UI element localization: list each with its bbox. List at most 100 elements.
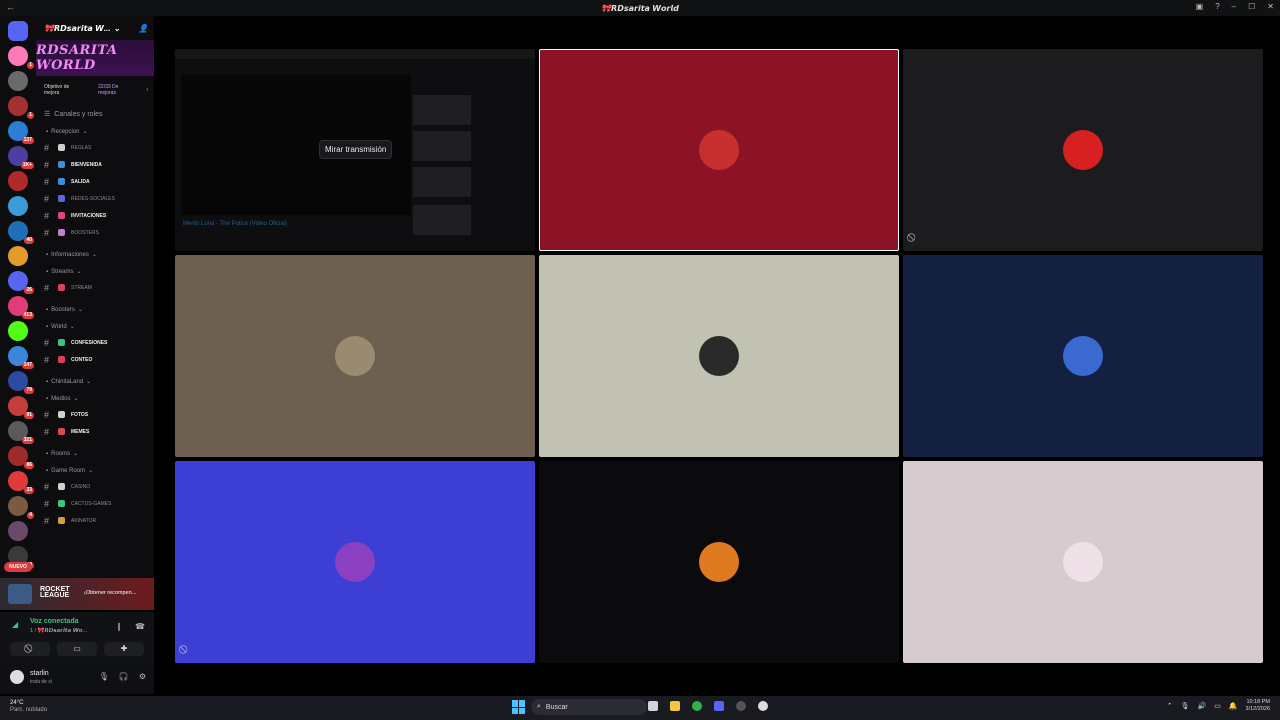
help-icon[interactable]: ? <box>1215 2 1219 11</box>
discord-home-icon[interactable] <box>8 21 28 41</box>
server-icon[interactable] <box>8 171 28 191</box>
share-screen-button[interactable]: ▭ <box>57 642 97 656</box>
participant-tile[interactable] <box>903 461 1263 663</box>
server-icon[interactable]: 26 <box>8 271 34 294</box>
server-icon[interactable]: 79 <box>8 371 34 394</box>
mic-tray-icon[interactable]: 🎙 <box>1181 702 1190 710</box>
watch-stream-button[interactable]: Mirar transmisión <box>319 140 393 159</box>
category-header[interactable]: ▪ World ⌄ <box>46 323 154 331</box>
category-header[interactable]: ▪ Medios ⌄ <box>46 395 154 403</box>
category-header[interactable]: ▪ Game Room ⌄ <box>46 467 154 475</box>
channel-item[interactable]: # reglas <box>36 139 154 156</box>
channel-name: reglas <box>71 144 92 151</box>
app-icon[interactable] <box>736 701 746 711</box>
server-icon[interactable] <box>8 246 28 266</box>
settings-app-icon[interactable] <box>758 701 768 711</box>
battery-icon[interactable]: ▭ <box>1214 702 1221 710</box>
chrome-icon[interactable] <box>692 701 702 711</box>
channel-item[interactable]: # salida <box>36 173 154 190</box>
start-icon[interactable] <box>512 700 525 714</box>
server-icon[interactable] <box>8 321 28 341</box>
channel-item[interactable]: # casino <box>36 478 154 495</box>
channel-name: bienvenida <box>71 161 102 168</box>
server-icon[interactable]: 147 <box>8 346 34 369</box>
participant-tile[interactable]: ⃠ <box>175 461 535 663</box>
headphones-icon[interactable]: 🎧 <box>119 672 129 681</box>
close-icon[interactable]: ✕ <box>1267 2 1274 11</box>
microphone-icon[interactable]: 🎙 <box>99 672 109 681</box>
chevron-down-icon: ⌄ <box>76 269 82 275</box>
avatar[interactable] <box>10 670 24 684</box>
server-icon[interactable] <box>8 521 28 541</box>
boost-goal[interactable]: Objetivo de mejora 22/33 De mejoras › <box>44 80 148 100</box>
disconnect-icon[interactable]: ☎ <box>135 622 145 631</box>
settings-gear-icon[interactable]: ⚙ <box>139 672 146 681</box>
camera-off-button[interactable]: ⃠ <box>10 642 50 656</box>
server-icon[interactable]: 1 <box>8 46 34 69</box>
participant-tile[interactable] <box>539 255 899 457</box>
participant-tile[interactable] <box>539 461 899 663</box>
participant-tile[interactable] <box>539 49 899 251</box>
channel-item[interactable]: # conteo <box>36 351 154 368</box>
maximize-icon[interactable]: ☐ <box>1248 2 1255 11</box>
hash-icon: # <box>44 354 50 365</box>
channel-item[interactable]: # stream <box>36 279 154 296</box>
server-icon[interactable] <box>8 71 28 91</box>
channel-item[interactable]: # cactus-games <box>36 495 154 512</box>
file-explorer-icon[interactable] <box>670 701 680 711</box>
inbox-icon[interactable]: ▣ <box>1196 2 1204 11</box>
server-icon[interactable]: 33 <box>8 471 34 494</box>
server-icon[interactable] <box>8 196 28 216</box>
channel-item[interactable]: # boosters <box>36 224 154 241</box>
category-header[interactable]: ▪ ChinitaLand ⌄ <box>46 378 154 386</box>
server-icon[interactable]: 1 <box>8 96 34 119</box>
activities-button[interactable]: ✚ <box>104 642 144 656</box>
server-icon[interactable]: 91 <box>8 396 34 419</box>
category-header[interactable]: ▪ Recepcion ⌄ <box>46 128 154 136</box>
category-header[interactable]: ▪ Streams ⌄ <box>46 268 154 276</box>
server-icon[interactable]: 1K+ <box>8 146 34 169</box>
hash-icon: # <box>44 176 50 187</box>
minimize-icon[interactable]: – <box>1232 2 1236 11</box>
category-header[interactable]: ▪ Rooms ⌄ <box>46 450 154 458</box>
new-badge[interactable]: NUEVO <box>4 562 32 572</box>
channel-item[interactable]: # memes <box>36 423 154 440</box>
channel-item[interactable]: # invitaciones <box>36 207 154 224</box>
participant-tile[interactable] <box>903 255 1263 457</box>
participant-tile[interactable] <box>175 255 535 457</box>
category-header[interactable]: ▪ Boosters ⌄ <box>46 306 154 314</box>
channels-and-roles[interactable]: ☰ Canales y roles <box>44 110 146 119</box>
weather-widget[interactable]: 24°C Parc. nublado <box>10 700 47 714</box>
volume-icon[interactable]: 🔊 <box>1197 702 1206 710</box>
server-icon[interactable]: 86 <box>8 446 34 469</box>
category-header[interactable]: ▪ Informaciones ⌄ <box>46 251 154 259</box>
server-icon[interactable]: 4 <box>8 496 34 519</box>
server-icon[interactable]: 321 <box>8 421 34 444</box>
channel-emoji-icon <box>58 195 65 202</box>
game-cta[interactable]: ¡Obtener recompen... <box>84 590 136 596</box>
channel-item[interactable]: # fotos <box>36 406 154 423</box>
voice-channel[interactable]: 1 / 🎀𝙍𝘿𝙨𝙖𝙧𝙞𝙩𝙖 𝙒𝙤... <box>30 628 87 634</box>
channel-item[interactable]: # akinator <box>36 512 154 529</box>
participant-tile[interactable]: ⃠ <box>903 49 1263 251</box>
channel-item[interactable]: # confesiones <box>36 334 154 351</box>
chevron-down-icon: ⌄ <box>82 129 88 135</box>
task-view-icon[interactable] <box>648 701 658 711</box>
channel-item[interactable]: # redes-sociales <box>36 190 154 207</box>
notifications-icon[interactable]: 🔔 <box>1229 702 1238 710</box>
stream-tile[interactable]: Merlin Luna - The Police (Video Oficial)… <box>175 49 535 251</box>
server-icon[interactable]: 137 <box>8 121 34 144</box>
game-activity-banner[interactable]: ROCKET LEAGUE ¡Obtener recompen... <box>0 578 154 610</box>
server-icon[interactable]: 40 <box>8 221 34 244</box>
soundboard-icon[interactable]: ∥ <box>117 622 121 631</box>
server-header[interactable]: 🎀𝙍𝘿𝙨𝙖𝙧𝙞𝙩𝙖 𝙒... ⌄ 👤 <box>36 16 154 40</box>
add-member-icon[interactable]: 👤 <box>138 24 148 33</box>
channel-emoji-icon <box>58 428 65 435</box>
game-icon <box>8 584 32 604</box>
server-icon[interactable]: 413 <box>8 296 34 319</box>
chevron-up-icon[interactable]: ⌃ <box>1167 702 1173 710</box>
discord-app-icon[interactable] <box>714 701 724 711</box>
channel-item[interactable]: # bienvenida <box>36 156 154 173</box>
taskbar-search[interactable]: ⌕ Buscar <box>531 699 647 715</box>
clock[interactable]: 10:18 PM 3/12/2026 <box>1246 699 1270 713</box>
